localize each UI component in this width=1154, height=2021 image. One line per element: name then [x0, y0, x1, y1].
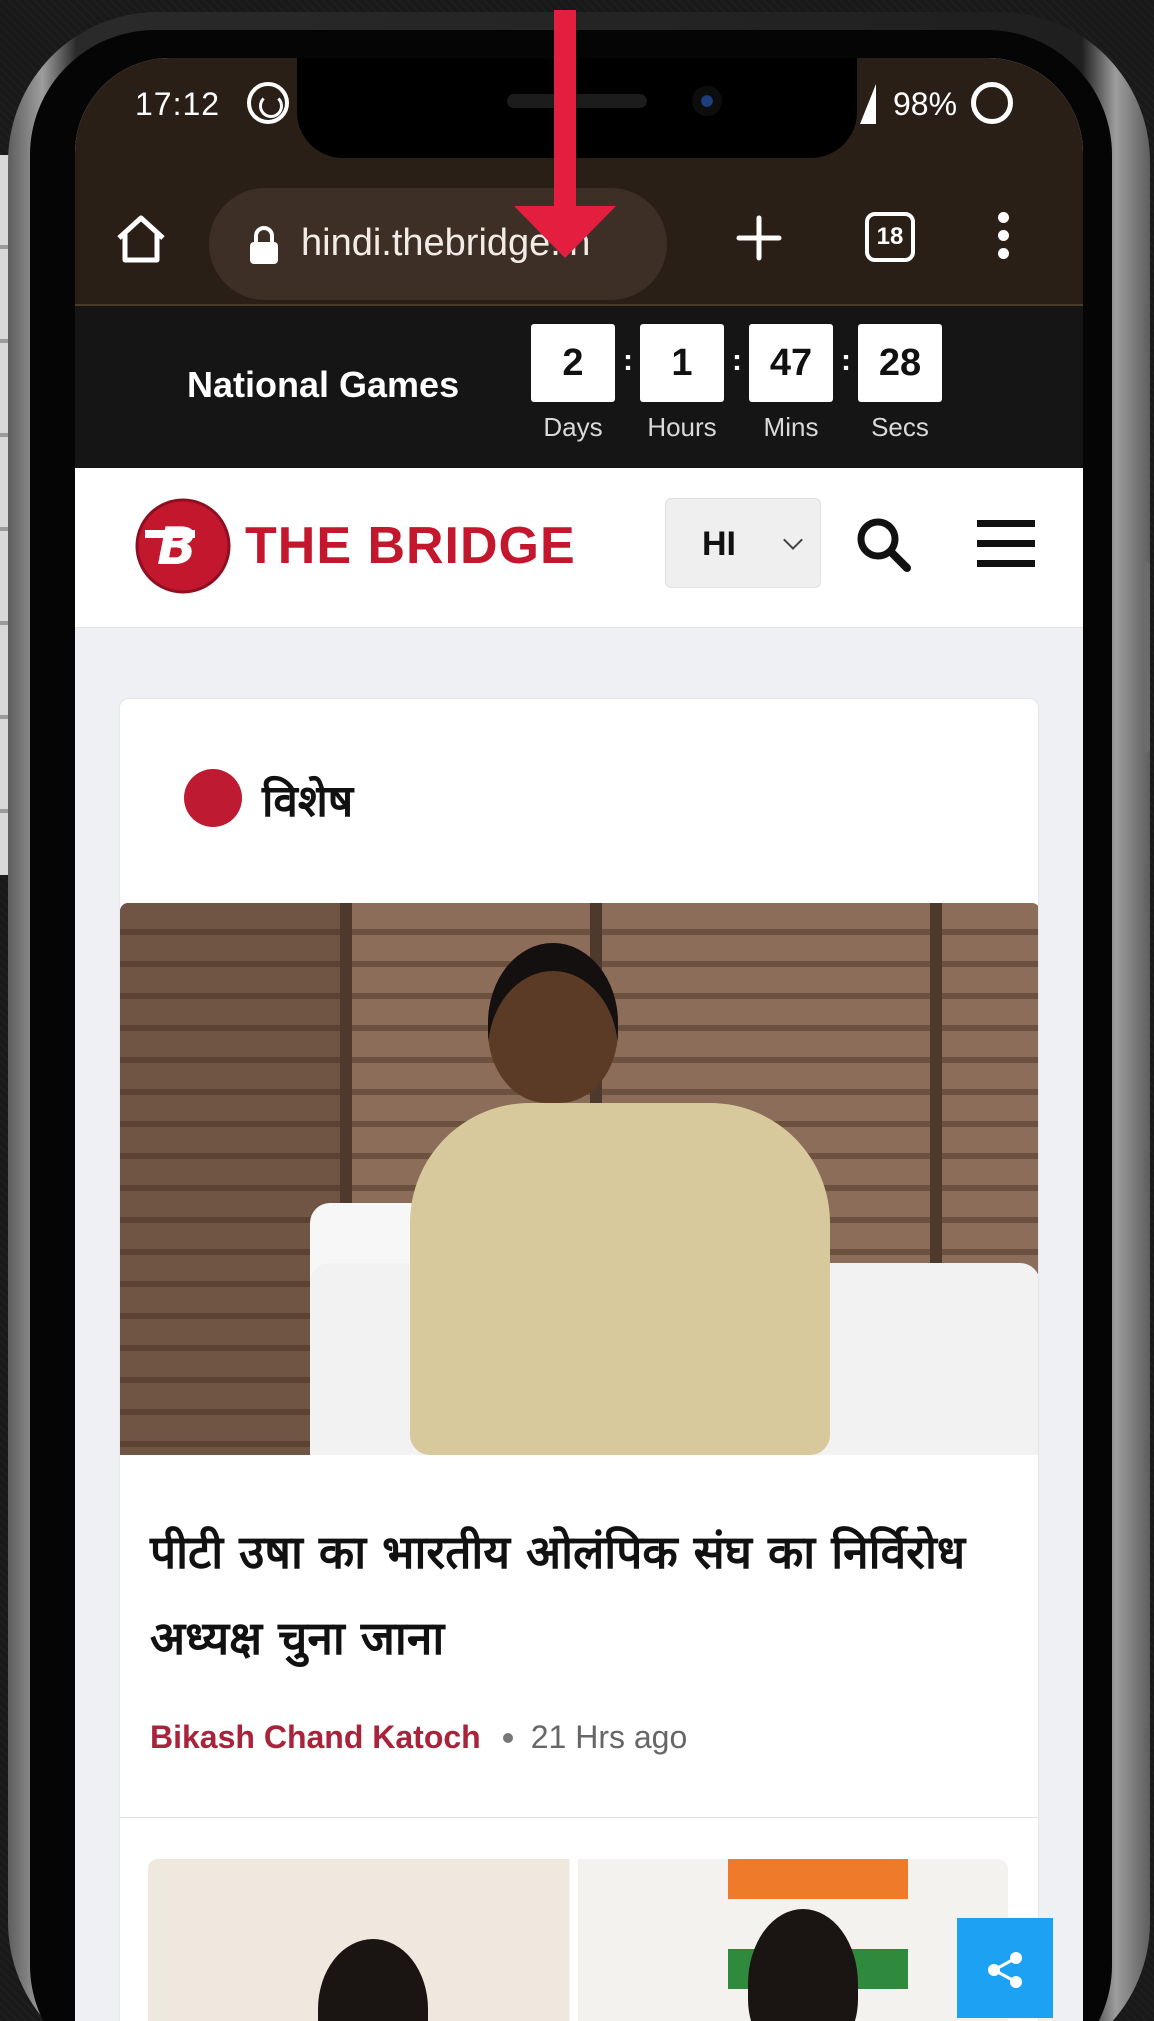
countdown-days-value: 2	[531, 324, 615, 402]
countdown-label: National Games	[187, 364, 460, 405]
category-dot-icon	[184, 769, 242, 827]
language-value: HI	[702, 525, 736, 563]
countdown-hours: 1 Hours	[640, 324, 724, 443]
next-article-thumbnail[interactable]	[148, 1859, 1008, 2021]
tab-switcher-button[interactable]: 18	[865, 212, 915, 262]
annotation-arrow-icon	[514, 10, 616, 258]
phone-side-button	[1142, 562, 1150, 752]
the-bridge-logo-icon[interactable]: B	[135, 498, 231, 594]
share-icon	[988, 1952, 1022, 1988]
countdown-separator: :	[841, 344, 851, 377]
national-games-countdown: National Games 2 Days : 1 Hours : 47 Min…	[75, 304, 1083, 468]
status-time: 17:12	[135, 86, 221, 122]
countdown-separator: :	[732, 344, 742, 377]
article-headline[interactable]: पीटी उषा का भारतीय ओलंपिक संघ का निर्विर…	[150, 1509, 1010, 1681]
site-logo-text[interactable]: THE BRIDGE	[245, 516, 576, 576]
front-camera	[692, 86, 722, 116]
card-divider	[120, 1817, 1038, 1818]
countdown-separator: :	[623, 344, 633, 377]
overflow-menu-icon[interactable]	[993, 212, 1013, 266]
countdown-hours-caption: Hours	[647, 412, 717, 442]
whatsapp-icon	[247, 82, 289, 124]
svg-text:B: B	[157, 517, 197, 577]
article-hero-image[interactable]	[120, 903, 1038, 1455]
battery-icon	[971, 82, 1013, 124]
countdown-mins-caption: Mins	[763, 412, 819, 442]
countdown-mins: 47 Mins	[749, 324, 833, 443]
share-button[interactable]	[957, 1918, 1053, 2018]
site-header: B THE BRIDGE HI	[75, 468, 1083, 628]
countdown-hours-value: 1	[640, 324, 724, 402]
chevron-down-icon	[783, 530, 803, 550]
countdown-days-caption: Days	[543, 412, 603, 442]
article-author[interactable]: Bikash Chand Katoch	[150, 1719, 481, 1755]
lock-icon	[250, 226, 278, 264]
home-icon[interactable]	[113, 210, 169, 266]
meta-separator-dot	[502, 1732, 513, 1743]
signal-icon	[860, 84, 876, 124]
language-select[interactable]: HI	[665, 498, 821, 588]
hamburger-menu-icon[interactable]	[977, 520, 1035, 568]
countdown-secs-value: 28	[858, 324, 942, 402]
countdown-secs: 28 Secs	[858, 324, 942, 443]
search-icon[interactable]	[855, 516, 911, 572]
phone-screen: 17:12 98% hindi.thebridge.in 18 National…	[75, 58, 1083, 2021]
countdown-mins-value: 47	[749, 324, 833, 402]
article-time: 21 Hrs ago	[530, 1719, 688, 1755]
countdown-secs-caption: Secs	[871, 412, 929, 442]
category-label[interactable]: विशेष	[262, 769, 353, 829]
featured-section-card: विशेष पीटी उषा का भारतीय ओलंपिक संघ का न…	[119, 698, 1039, 2021]
new-tab-plus-icon[interactable]	[735, 214, 783, 262]
article-byline: Bikash Chand Katoch 21 Hrs ago	[150, 1719, 687, 1756]
countdown-days: 2 Days	[531, 324, 615, 443]
battery-percentage: 98%	[893, 86, 958, 122]
